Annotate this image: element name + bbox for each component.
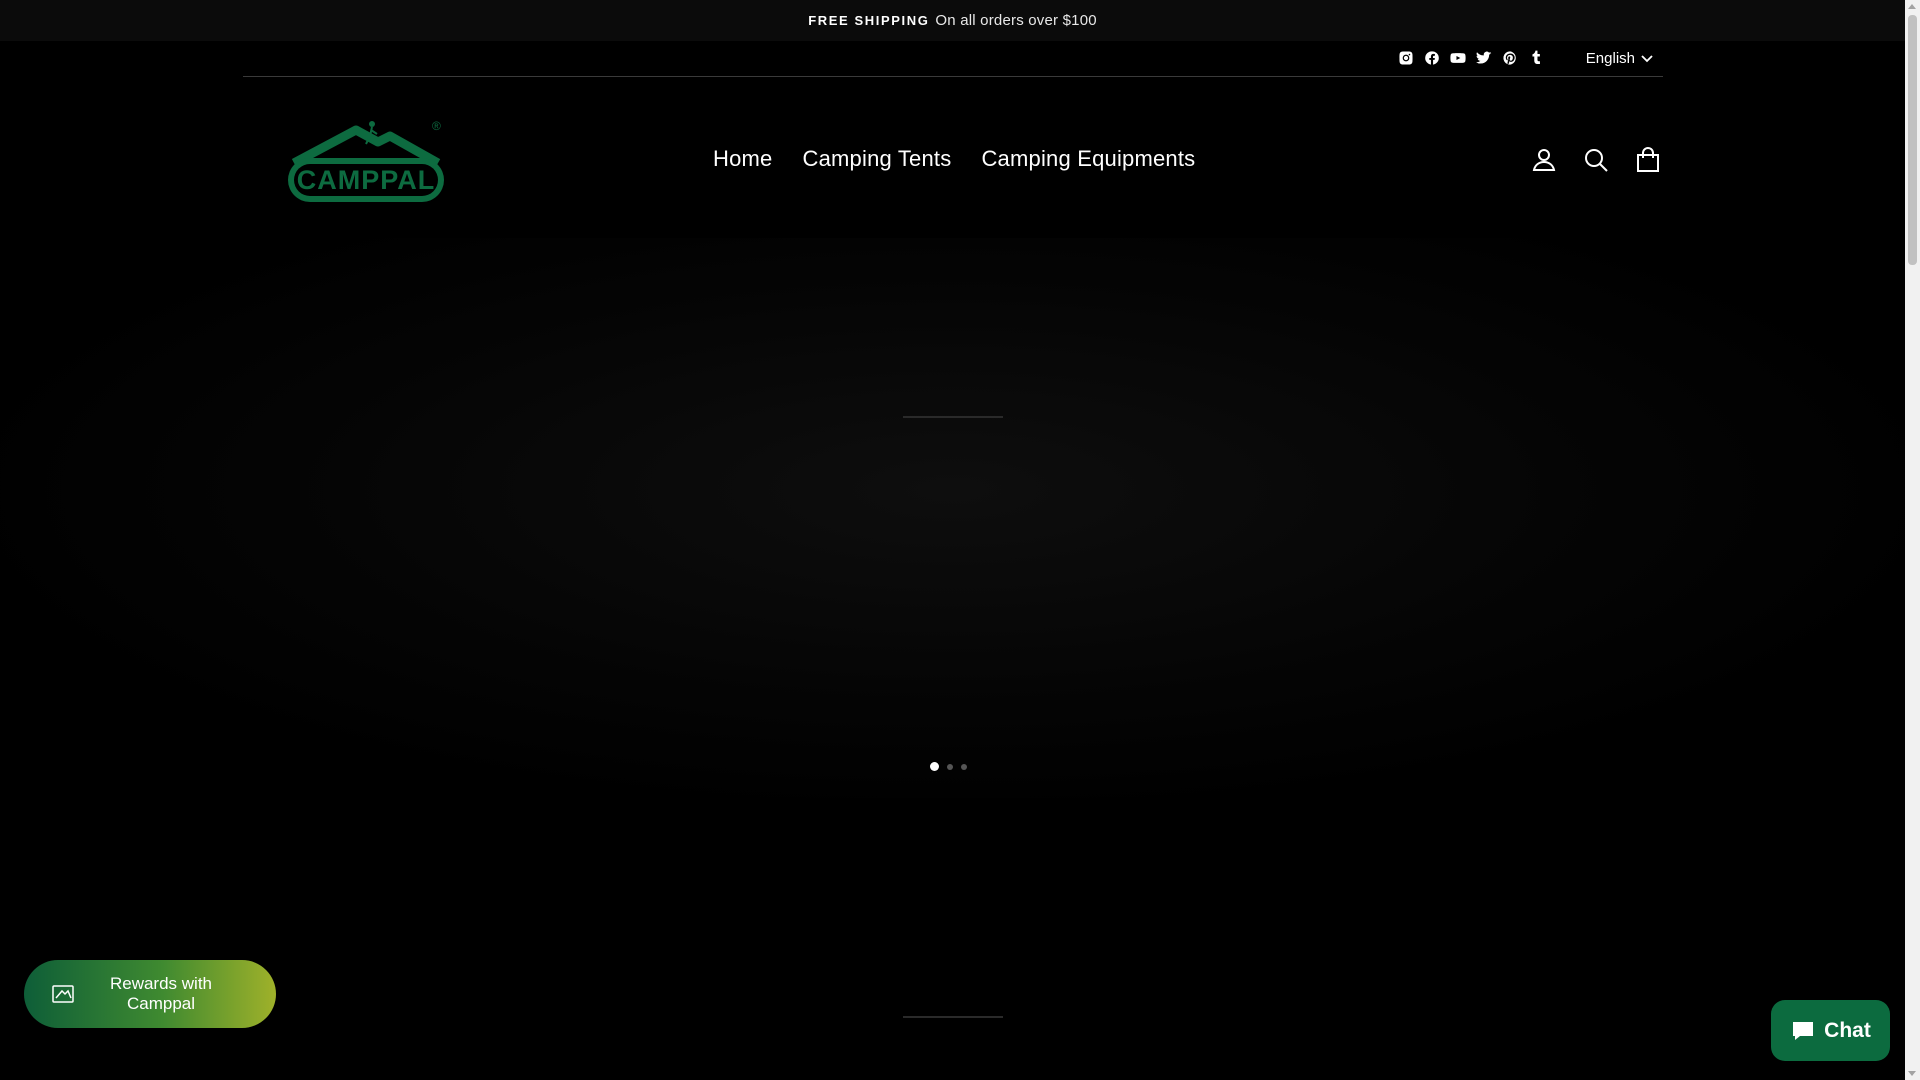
- header-actions: [1529, 145, 1663, 175]
- chat-bubble-icon: [1793, 1021, 1814, 1040]
- slide-dot-1[interactable]: [930, 762, 939, 771]
- cart-icon[interactable]: [1633, 145, 1663, 175]
- tumblr-icon[interactable]: [1527, 49, 1545, 67]
- hero-slideshow: [0, 238, 1905, 798]
- facebook-icon[interactable]: [1423, 49, 1441, 67]
- utility-bar: English: [243, 41, 1663, 77]
- camppal-logo[interactable]: ® CAMPPAL: [286, 118, 446, 208]
- page: FREE SHIPPING On all orders over $100 En…: [0, 0, 1905, 1080]
- scrollbar-thumb[interactable]: [1908, 15, 1917, 265]
- registered-mark: ®: [432, 119, 441, 133]
- announcement-text: On all orders over $100: [935, 12, 1097, 29]
- language-selector[interactable]: English: [1586, 50, 1653, 67]
- nav-camping-tents[interactable]: Camping Tents: [803, 146, 952, 172]
- pinterest-icon[interactable]: [1501, 49, 1519, 67]
- youtube-icon[interactable]: [1449, 49, 1467, 67]
- slide-dot-3[interactable]: [961, 763, 967, 770]
- nav-home[interactable]: Home: [713, 146, 773, 172]
- section-divider: [903, 1016, 1003, 1018]
- chat-button[interactable]: Chat: [1771, 1000, 1890, 1061]
- slide-dots: [930, 762, 967, 771]
- twitter-icon[interactable]: [1475, 49, 1493, 67]
- rewards-label: Rewards with Camppal: [109, 974, 213, 1013]
- chevron-down-icon: [1641, 54, 1653, 62]
- hero-divider: [903, 416, 1003, 418]
- language-label: English: [1585, 50, 1635, 67]
- announcement-strong: FREE SHIPPING: [808, 13, 930, 28]
- announcement-bar: FREE SHIPPING On all orders over $100: [0, 0, 1905, 41]
- rewards-icon: [52, 985, 74, 1003]
- account-icon[interactable]: [1529, 145, 1559, 175]
- site-header: ® CAMPPAL Home Camping Tents Camping Equ…: [243, 78, 1663, 238]
- nav-camping-equipments[interactable]: Camping Equipments: [981, 146, 1195, 172]
- page-scrollbar[interactable]: [1905, 0, 1920, 1080]
- search-icon[interactable]: [1581, 145, 1611, 175]
- rewards-launcher[interactable]: Rewards with Camppal: [24, 960, 276, 1028]
- chat-label: Chat: [1824, 1018, 1871, 1042]
- instagram-icon[interactable]: [1397, 49, 1415, 67]
- scroll-down-arrow[interactable]: [1908, 1071, 1916, 1076]
- scroll-up-arrow[interactable]: [1908, 4, 1916, 9]
- main-nav: Home Camping Tents Camping Equipments: [713, 146, 1195, 172]
- slide-dot-2[interactable]: [947, 763, 953, 770]
- logo-text: CAMPPAL: [297, 165, 436, 195]
- social-links: [1397, 49, 1545, 67]
